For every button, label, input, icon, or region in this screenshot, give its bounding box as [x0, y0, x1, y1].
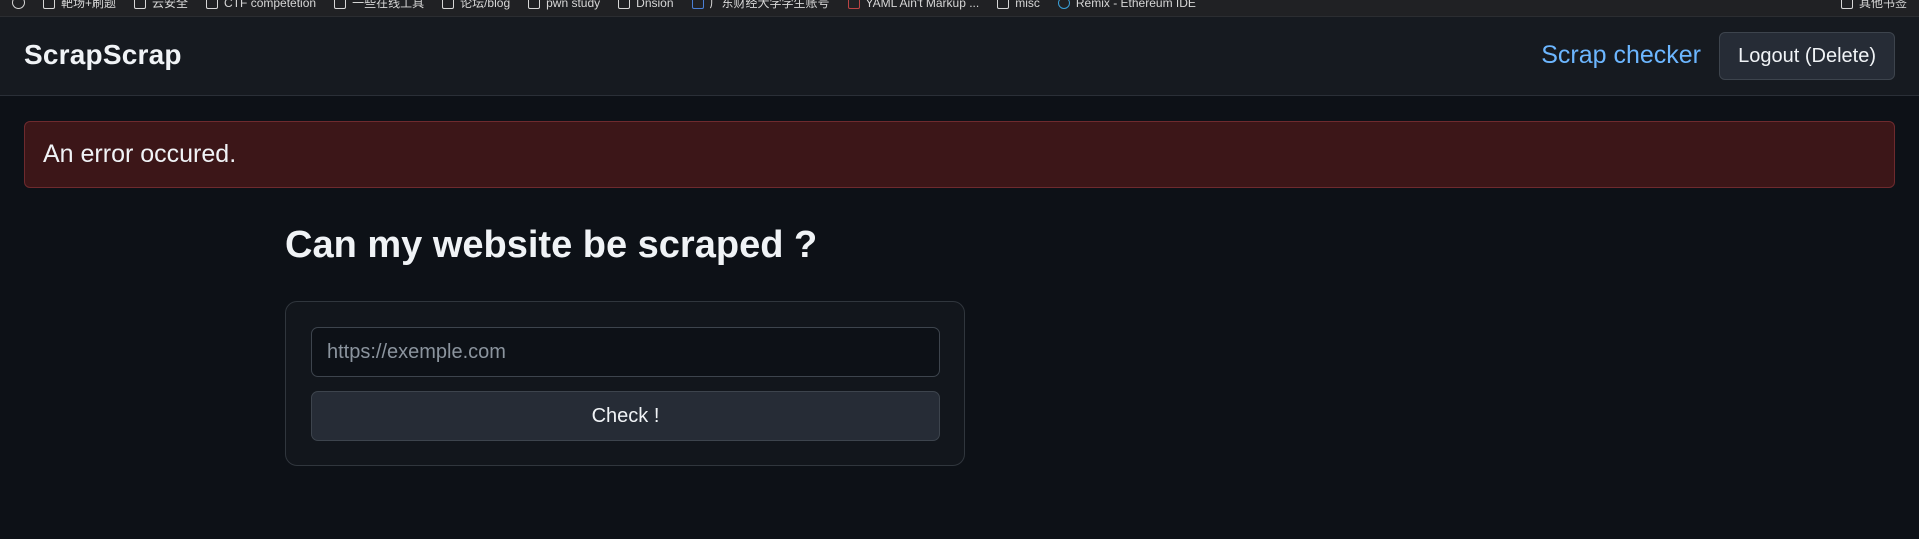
folder-icon: [997, 0, 1010, 9]
bookmarks-list: 靶场+刷题 云安全 CTF competetion 一些在线工具 论坛/blog…: [12, 0, 1196, 11]
folder-icon: [618, 0, 631, 9]
other-bookmarks[interactable]: 其他书签: [1840, 0, 1907, 11]
history-icon[interactable]: [12, 0, 25, 9]
folder-icon: [43, 0, 55, 9]
bookmark-item[interactable]: 一些在线工具: [334, 0, 424, 11]
site-icon: [1057, 0, 1070, 9]
bookmark-item[interactable]: Remix - Ethereum IDE: [1057, 0, 1196, 10]
folder-icon: [134, 0, 147, 9]
bookmark-item[interactable]: pwn study: [528, 0, 600, 10]
bookmark-item[interactable]: 论坛/blog: [442, 0, 510, 11]
bookmark-item[interactable]: Dnsion: [618, 0, 674, 10]
logout-button[interactable]: Logout (Delete): [1719, 32, 1895, 80]
folder-icon: [334, 0, 347, 9]
bookmark-item[interactable]: misc: [997, 0, 1040, 10]
alert-message: An error occured.: [43, 140, 237, 168]
page-title: Can my website be scraped ?: [285, 224, 818, 266]
folder-icon: [442, 0, 455, 9]
error-alert: An error occured.: [24, 121, 1895, 188]
bookmark-item[interactable]: 广东财经大学学生账号: [691, 0, 830, 11]
bookmark-item[interactable]: YAML Ain't Markup ...: [847, 0, 979, 10]
scrape-form-card: Check !: [285, 301, 965, 466]
folder-icon: [206, 0, 219, 9]
site-icon: [691, 0, 704, 9]
navbar: ScrapScrap Scrap checker Logout (Delete): [0, 17, 1919, 96]
scrap-checker-link[interactable]: Scrap checker: [1541, 41, 1701, 70]
check-button[interactable]: Check !: [311, 391, 940, 441]
bookmark-item[interactable]: CTF competetion: [206, 0, 316, 10]
folder-icon: [528, 0, 541, 9]
bookmark-item[interactable]: 云安全: [134, 0, 188, 11]
bookmark-item[interactable]: 靶场+刷题: [43, 0, 116, 11]
folder-icon: [1840, 0, 1853, 9]
brand-logo[interactable]: ScrapScrap: [24, 39, 182, 71]
url-input[interactable]: [311, 327, 940, 377]
site-icon: [847, 0, 860, 9]
bookmarks-bar: 靶场+刷题 云安全 CTF competetion 一些在线工具 论坛/blog…: [0, 0, 1919, 17]
